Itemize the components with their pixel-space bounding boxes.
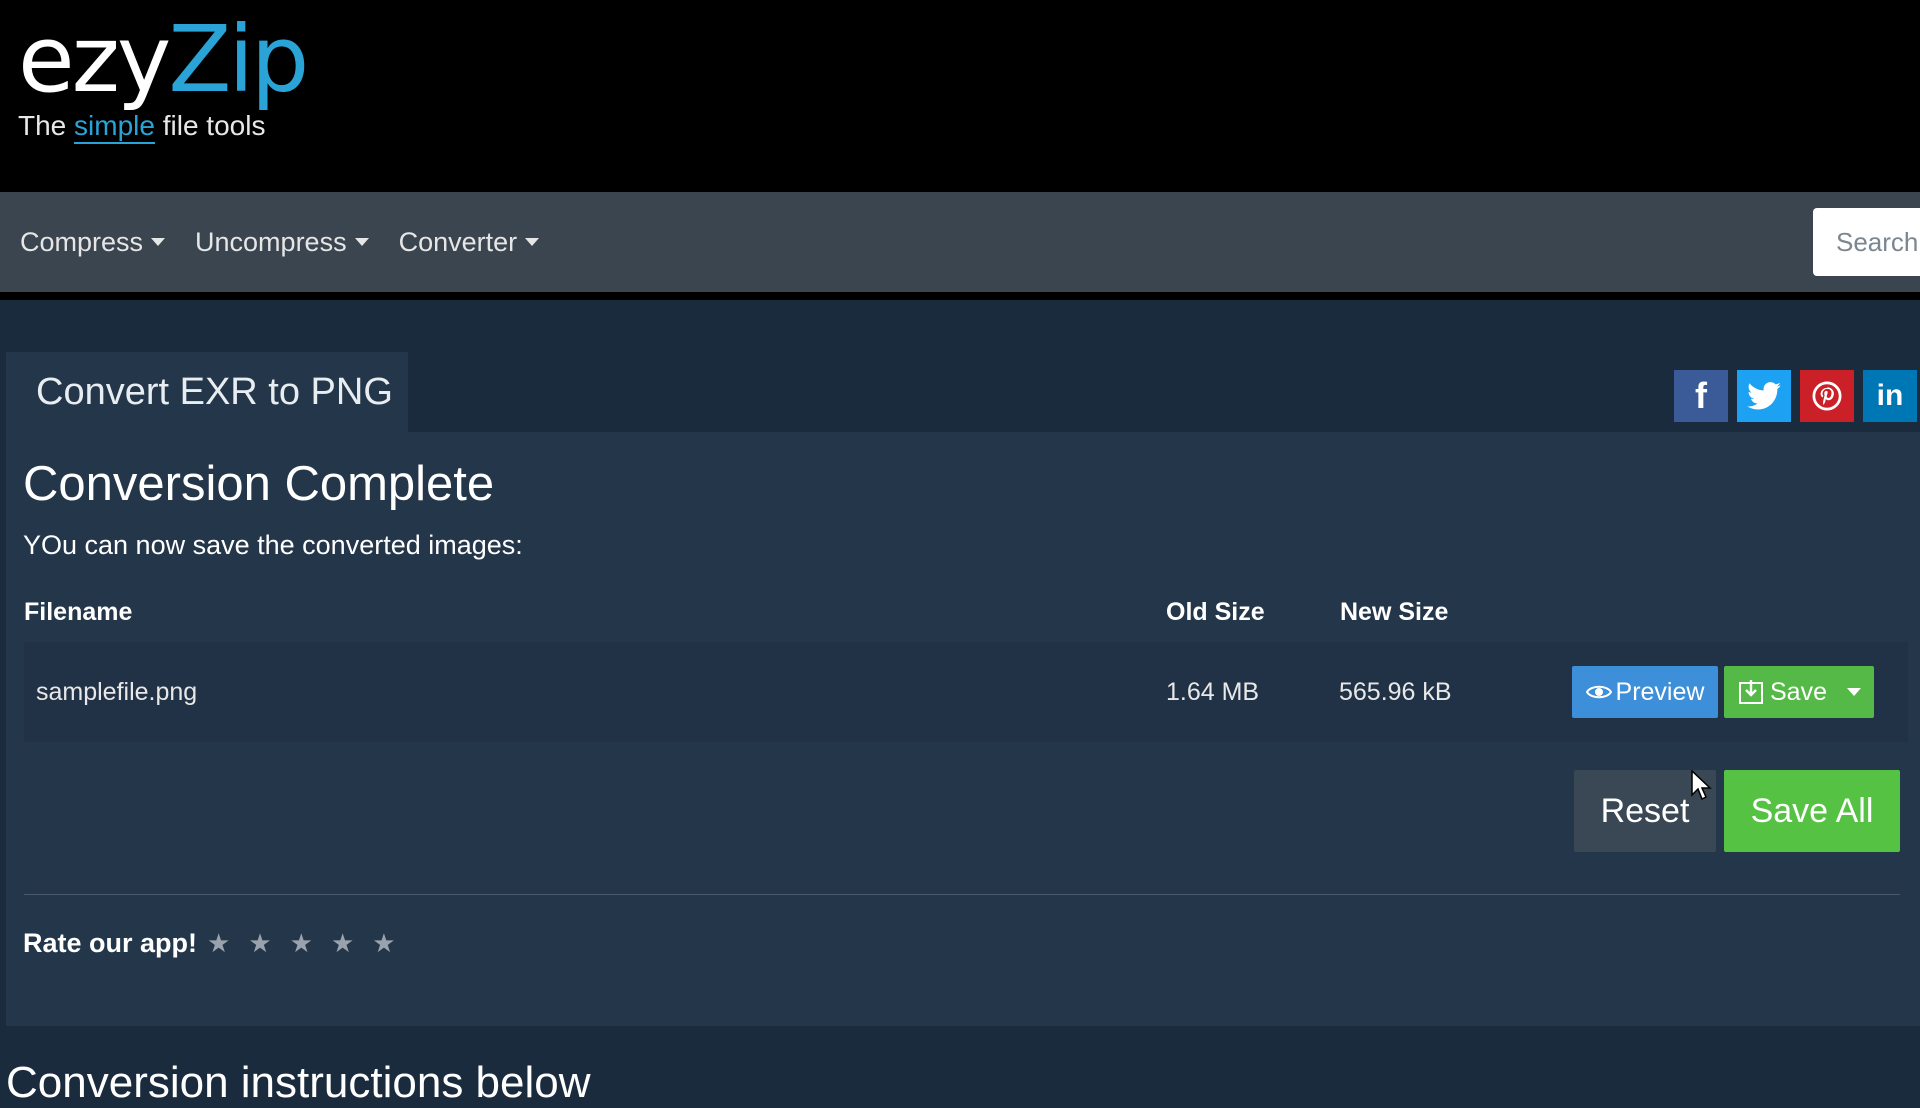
star-icon[interactable]: ★ bbox=[331, 928, 354, 959]
eye-icon bbox=[1585, 685, 1612, 699]
instructions-heading: Conversion instructions below bbox=[6, 1058, 591, 1107]
caret-down-icon bbox=[354, 238, 369, 246]
linkedin-share-button[interactable]: in bbox=[1863, 370, 1917, 422]
tagline-emphasis: simple bbox=[74, 110, 155, 144]
conversion-subtitle: YOu can now save the converted images: bbox=[23, 530, 523, 560]
column-header-old-size: Old Size bbox=[1166, 598, 1265, 626]
tab-convert-exr-to-png[interactable]: Convert EXR to PNG bbox=[6, 352, 408, 432]
save-all-button[interactable]: Save All bbox=[1724, 770, 1900, 852]
logo-ezy-text: ezy bbox=[18, 6, 171, 113]
star-icon[interactable]: ★ bbox=[207, 928, 230, 959]
save-button[interactable]: Save bbox=[1724, 678, 1834, 707]
nav-uncompress-dropdown[interactable]: Uncompress bbox=[195, 227, 369, 258]
conversion-result-card: Conversion Complete YOu can now save the… bbox=[6, 432, 1920, 1026]
nav-bottom-border bbox=[0, 292, 1920, 300]
twitter-share-button[interactable] bbox=[1737, 370, 1791, 422]
caret-down-icon bbox=[151, 238, 166, 246]
column-header-filename: Filename bbox=[24, 598, 133, 626]
preview-label: Preview bbox=[1615, 677, 1705, 706]
twitter-icon bbox=[1747, 382, 1781, 410]
caret-down-icon bbox=[525, 238, 540, 246]
file-new-size: 565.96 kB bbox=[1339, 677, 1452, 706]
tab-label: Convert EXR to PNG bbox=[36, 370, 393, 413]
ezyzip-logo[interactable]: ezyZip The simple file tools bbox=[18, 14, 309, 144]
conversion-title: Conversion Complete bbox=[23, 457, 495, 511]
logo-zip-text: Zip bbox=[168, 6, 309, 113]
nav-converter-label: Converter bbox=[398, 226, 518, 257]
main-navbar: Compress Uncompress Converter bbox=[0, 192, 1920, 292]
nav-uncompress-label: Uncompress bbox=[195, 226, 347, 257]
star-icon[interactable]: ★ bbox=[372, 928, 395, 959]
nav-converter-dropdown[interactable]: Converter bbox=[399, 227, 540, 258]
nav-compress-dropdown[interactable]: Compress bbox=[20, 226, 166, 258]
file-old-size: 1.64 MB bbox=[1166, 677, 1260, 706]
star-icon[interactable]: ★ bbox=[290, 928, 313, 959]
preview-button[interactable]: Preview bbox=[1572, 666, 1718, 718]
reset-label: Reset bbox=[1600, 791, 1690, 830]
save-all-label: Save All bbox=[1750, 791, 1874, 830]
rating-widget: Rate our app! ★ ★ ★ ★ ★ bbox=[23, 928, 414, 959]
linkedin-icon: in bbox=[1876, 379, 1904, 412]
save-split-button[interactable]: Save bbox=[1724, 666, 1874, 718]
nav-compress-label: Compress bbox=[20, 226, 144, 257]
search-input[interactable] bbox=[1813, 208, 1920, 276]
section-divider bbox=[24, 894, 1900, 895]
mouse-cursor-icon bbox=[1691, 770, 1712, 801]
star-icon[interactable]: ★ bbox=[248, 928, 271, 959]
save-options-dropdown[interactable] bbox=[1834, 666, 1874, 718]
logo-wordmark: ezyZip bbox=[18, 14, 309, 106]
tagline-post: file tools bbox=[154, 110, 266, 141]
tagline-pre: The bbox=[18, 110, 75, 141]
social-share-buttons: f in bbox=[1674, 370, 1917, 422]
logo-tagline: The simple file tools bbox=[18, 110, 306, 144]
download-icon bbox=[1739, 680, 1763, 704]
caret-down-icon bbox=[1847, 688, 1861, 696]
facebook-share-button[interactable]: f bbox=[1674, 370, 1728, 422]
site-header: ezyZip The simple file tools bbox=[0, 0, 1920, 192]
save-label: Save bbox=[1770, 677, 1827, 706]
column-header-new-size: New Size bbox=[1340, 598, 1449, 626]
file-name: samplefile.png bbox=[36, 677, 198, 706]
rating-label: Rate our app! bbox=[23, 928, 198, 958]
facebook-icon: f bbox=[1695, 375, 1707, 416]
pinterest-share-button[interactable] bbox=[1800, 370, 1854, 422]
table-row: samplefile.png 1.64 MB 565.96 kB Preview… bbox=[24, 642, 1908, 742]
nav-menu: Compress Uncompress Converter bbox=[20, 192, 569, 292]
pinterest-icon bbox=[1812, 381, 1842, 411]
